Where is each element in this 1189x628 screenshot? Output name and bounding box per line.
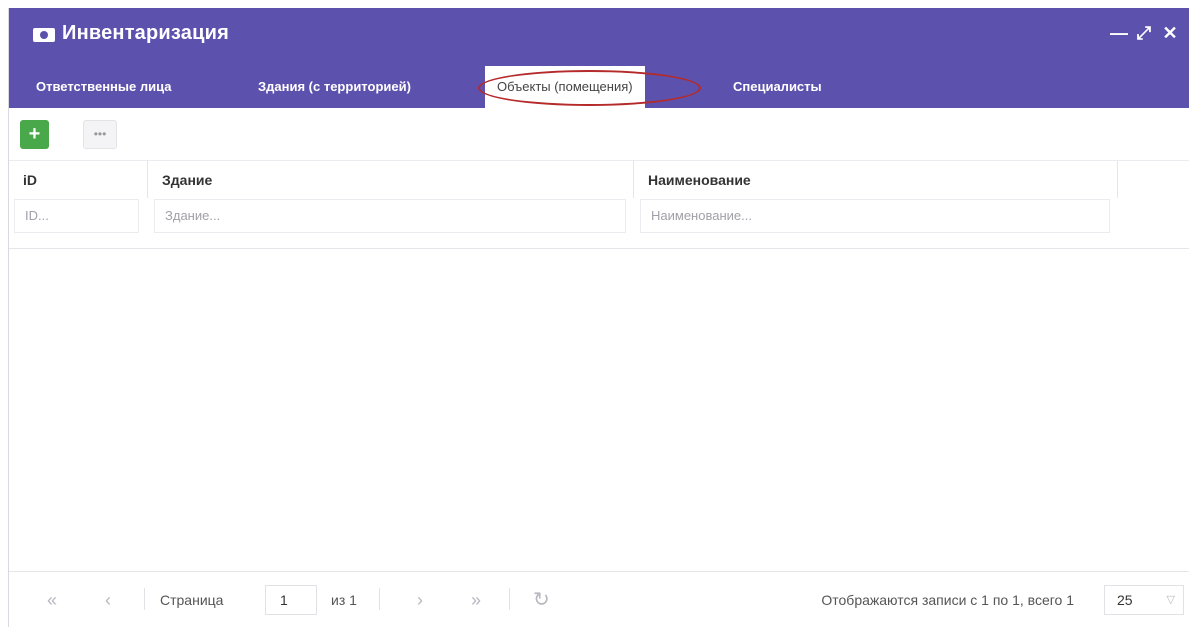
building-filter-input[interactable]: Здание...: [154, 199, 626, 233]
window-controls: — ⤢ ✕: [1110, 24, 1178, 42]
grid-body: [9, 249, 1189, 569]
tab-specialists[interactable]: Специалисты: [724, 66, 831, 108]
refresh-icon[interactable]: ↻: [533, 587, 550, 612]
pager-divider: [509, 588, 510, 610]
records-info: Отображаются записи с 1 по 1, всего 1: [821, 592, 1074, 608]
tab-responsible-persons[interactable]: Ответственные лица: [27, 66, 180, 108]
id-filter-input[interactable]: ID...: [14, 199, 139, 233]
chevron-down-icon: ▽: [1166, 594, 1175, 606]
inventory-window: Инвентаризация — ⤢ ✕ Ответственные лица …: [8, 8, 1189, 627]
maximize-icon[interactable]: ⤢: [1136, 24, 1152, 42]
window-titlebar[interactable]: Инвентаризация — ⤢ ✕: [9, 8, 1189, 66]
page-size-value: 25: [1117, 592, 1133, 608]
more-button[interactable]: •••: [83, 120, 117, 149]
page-number-input[interactable]: 1: [265, 585, 317, 615]
close-icon[interactable]: ✕: [1162, 24, 1178, 42]
inventory-icon: [33, 28, 55, 42]
pager-divider: [144, 588, 145, 610]
page-count-label: из 1: [331, 592, 357, 608]
add-button[interactable]: +: [20, 120, 49, 149]
column-header-building[interactable]: Здание: [148, 160, 634, 198]
objects-grid: iD Здание Наименование ID... Здание... Н…: [9, 160, 1189, 249]
toolbar: + •••: [9, 108, 1189, 160]
column-header-extra: [1118, 160, 1189, 198]
column-header-name[interactable]: Наименование: [634, 160, 1118, 198]
building-filter-cell: Здание...: [148, 199, 634, 237]
page-label: Страница: [160, 592, 224, 608]
last-page-icon[interactable]: »: [471, 590, 481, 611]
filter-row: ID...: [9, 199, 148, 237]
tab-objects[interactable]: Объекты (помещения): [485, 66, 645, 108]
tab-bar: Ответственные лица Здания (с территорией…: [9, 66, 1189, 108]
first-page-icon[interactable]: «: [47, 590, 57, 611]
name-filter-input[interactable]: Наименование...: [640, 199, 1110, 233]
page-size-select[interactable]: 25 ▽: [1104, 585, 1184, 615]
pagination-bar: « ‹ Страница 1 из 1 › » ↻ Отображаются з…: [9, 571, 1189, 628]
column-header-id[interactable]: iD: [9, 160, 148, 198]
prev-page-icon[interactable]: ‹: [105, 590, 111, 611]
next-page-icon[interactable]: ›: [417, 590, 423, 611]
window-title: Инвентаризация: [62, 22, 229, 44]
tab-buildings[interactable]: Здания (с территорией): [249, 66, 420, 108]
minimize-icon[interactable]: —: [1110, 24, 1128, 42]
name-filter-cell: Наименование...: [634, 199, 1118, 237]
pager-divider: [379, 588, 380, 610]
